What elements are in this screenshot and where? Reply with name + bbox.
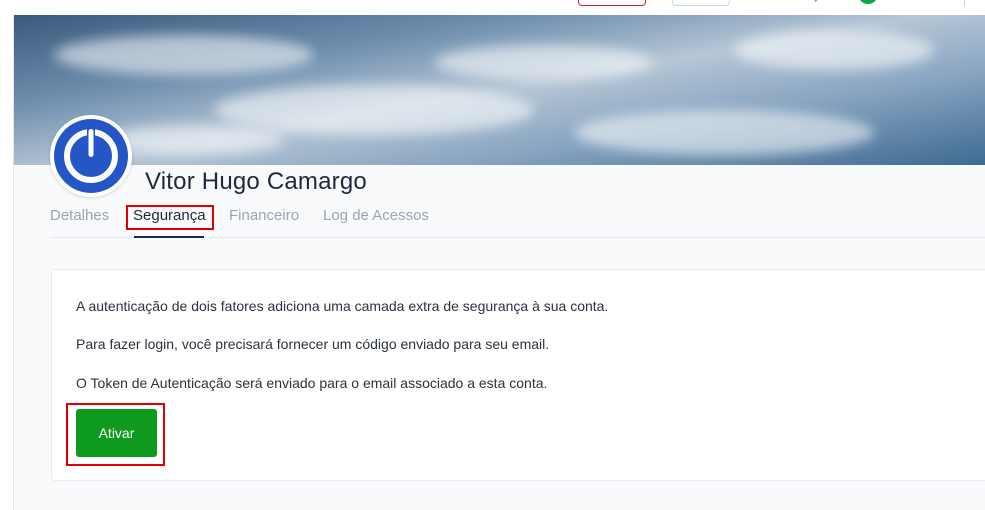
- power-icon: [64, 129, 118, 183]
- settings-icon[interactable]: ✦: [812, 0, 822, 5]
- two-factor-card: A autenticação de dois fatores adiciona …: [51, 269, 985, 481]
- two-factor-description: A autenticação de dois fatores adiciona …: [76, 298, 609, 314]
- tab-log-de-acessos[interactable]: Log de Acessos: [323, 207, 429, 224]
- top-bar-red-button[interactable]: [578, 0, 646, 6]
- highlight-box-button: [66, 403, 165, 466]
- profile-cover-image: [14, 15, 985, 165]
- active-tab-indicator: [134, 236, 204, 238]
- profile-name: Vitor Hugo Camargo: [145, 168, 367, 195]
- top-bar-grey-button[interactable]: [672, 0, 730, 6]
- tab-financeiro[interactable]: Financeiro: [229, 207, 299, 224]
- avatar: [50, 115, 132, 197]
- tab-detalhes[interactable]: Detalhes: [50, 207, 109, 224]
- highlight-box-tab: [126, 205, 214, 230]
- top-bar-divider: [964, 0, 965, 6]
- token-email-description: O Token de Autenticação será enviado par…: [76, 375, 548, 391]
- top-bar: ✦: [0, 0, 985, 15]
- login-code-description: Para fazer login, você precisará fornece…: [76, 336, 550, 352]
- status-indicator-icon[interactable]: [858, 0, 878, 4]
